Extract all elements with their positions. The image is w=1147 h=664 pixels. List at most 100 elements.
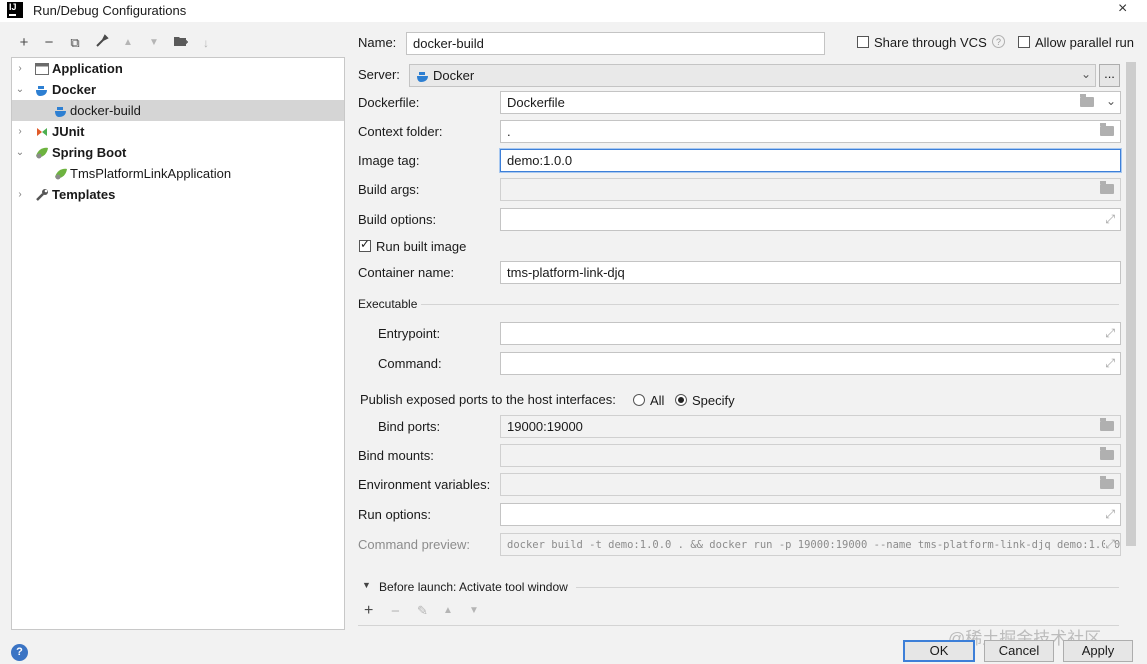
server-label: Server: [358,67,400,82]
move-down-icon[interactable]: ▼ [145,34,163,52]
before-launch-label[interactable]: Before launch: Activate tool window [379,580,568,594]
expand-icon[interactable]: ⤢ [1105,326,1115,341]
collapse-arrow-icon[interactable]: ⌄ [14,79,26,100]
tree-item-label: JUnit [52,124,85,139]
chevron-down-icon[interactable]: ⌄ [1106,94,1116,108]
folder-icon[interactable] [1100,181,1114,194]
build-args-field[interactable] [500,178,1121,201]
expand-icon[interactable]: ⤢ [1105,507,1115,522]
move-up-icon[interactable]: ▲ [443,605,453,616]
container-name-field[interactable]: tms-platform-link-djq [500,261,1121,284]
server-more-button[interactable]: ... [1099,64,1120,87]
wrench-icon [35,187,49,201]
server-select[interactable]: Docker ⌄ [409,64,1096,87]
tree-item-application[interactable]: › Application [12,58,344,79]
tree-item-label: Spring Boot [52,145,127,160]
folder-icon[interactable] [1100,418,1114,431]
dockerfile-field[interactable]: Dockerfile ⌄ [500,91,1121,114]
env-vars-field[interactable] [500,473,1121,496]
publish-specify-radio[interactable] [675,394,687,406]
section-divider [576,587,1119,588]
bind-ports-value: 19000:19000 [507,419,583,434]
sort-icon[interactable]: ↓ [197,34,215,52]
edit-task-icon[interactable]: ✎ [417,603,428,619]
expand-icon[interactable]: ⤢ [1105,356,1115,371]
entrypoint-field[interactable]: ⤢ [500,322,1121,345]
docker-icon [416,69,430,86]
edit-templates-icon[interactable] [93,34,111,52]
move-down-icon[interactable]: ▼ [469,605,479,616]
build-options-field[interactable]: ⤢ [500,208,1121,231]
add-task-icon[interactable]: + [364,602,373,620]
window-title: Run/Debug Configurations [33,3,187,18]
bind-mounts-field[interactable] [500,444,1121,467]
executable-section-title: Executable [358,297,418,311]
publish-all-label: All [650,393,665,408]
publish-specify-label: Specify [692,393,735,408]
publish-all-radio[interactable] [633,394,645,406]
apply-button[interactable]: Apply [1063,640,1133,662]
image-tag-label: Image tag: [358,153,420,168]
command-field[interactable]: ⤢ [500,352,1121,375]
config-tree: › Application ⌄ Docker docker-build › JU… [11,57,345,630]
docker-icon [35,82,49,96]
command-preview-field[interactable]: docker build -t demo:1.0.0 . && docker r… [500,533,1121,556]
run-built-image-label: Run built image [376,239,467,254]
context-folder-value: . [507,124,511,139]
parallel-run-checkbox[interactable] [1018,36,1030,48]
share-vcs-checkbox[interactable] [857,36,869,48]
folder-icon[interactable] [1080,94,1094,107]
expand-arrow-icon[interactable]: › [14,184,26,205]
remove-task-icon[interactable]: − [391,603,400,620]
bind-ports-field[interactable]: 19000:19000 [500,415,1121,438]
tree-item-tms-app[interactable]: TmsPlatformLinkApplication [12,163,344,184]
collapse-arrow-icon[interactable]: ▼ [362,580,371,590]
collapse-arrow-icon[interactable]: ⌄ [14,142,26,163]
build-options-label: Build options: [358,212,437,227]
tree-item-docker[interactable]: ⌄ Docker [12,79,344,100]
name-label: Name: [358,35,397,50]
run-options-label: Run options: [358,507,431,522]
vertical-scrollbar[interactable] [1126,62,1136,546]
docker-icon [54,103,68,117]
help-icon[interactable]: ? [11,644,28,661]
chevron-down-icon: ⌄ [1080,67,1091,81]
folder-icon[interactable] [1100,123,1114,136]
copy-config-icon[interactable]: ⧉ [66,34,84,52]
dockerfile-label: Dockerfile: [358,95,420,110]
help-circle-icon[interactable]: ? [992,35,1005,48]
tree-item-label: docker-build [70,103,141,118]
tree-item-junit[interactable]: › JUnit [12,121,344,142]
name-value: docker-build [413,36,484,51]
add-config-icon[interactable]: + [15,34,33,52]
new-folder-icon[interactable] [172,34,190,52]
close-icon[interactable]: × [1118,0,1127,18]
tree-item-docker-build[interactable]: docker-build [12,100,344,121]
parallel-run-label: Allow parallel run [1035,35,1134,50]
bind-mounts-label: Bind mounts: [358,448,434,463]
expand-icon[interactable]: ⤢ [1105,537,1115,552]
intellij-app-icon: IJ [7,2,23,18]
tree-item-label: Docker [52,82,97,97]
move-up-icon[interactable]: ▲ [119,34,137,52]
tree-item-templates[interactable]: › Templates [12,184,344,205]
bind-ports-label: Bind ports: [378,419,441,434]
remove-config-icon[interactable]: − [40,34,58,52]
run-options-field[interactable]: ⤢ [500,503,1121,526]
folder-icon[interactable] [1100,447,1114,460]
name-field[interactable]: docker-build [406,32,825,55]
expand-icon[interactable]: ⤢ [1105,212,1115,227]
context-folder-field[interactable]: . [500,120,1121,143]
ok-button[interactable]: OK [903,640,975,662]
tree-item-spring-boot[interactable]: ⌄ Spring Boot [12,142,344,163]
run-built-image-checkbox[interactable] [359,237,371,252]
tree-item-label: TmsPlatformLinkApplication [70,166,232,181]
dockerfile-value: Dockerfile [507,95,565,110]
expand-arrow-icon[interactable]: › [14,58,26,79]
expand-arrow-icon[interactable]: › [14,121,26,142]
tree-item-label: Templates [52,187,116,202]
spring-boot-icon [35,145,49,159]
folder-icon[interactable] [1100,476,1114,489]
image-tag-field[interactable]: demo:1.0.0 [500,149,1121,172]
cancel-button[interactable]: Cancel [984,640,1054,662]
